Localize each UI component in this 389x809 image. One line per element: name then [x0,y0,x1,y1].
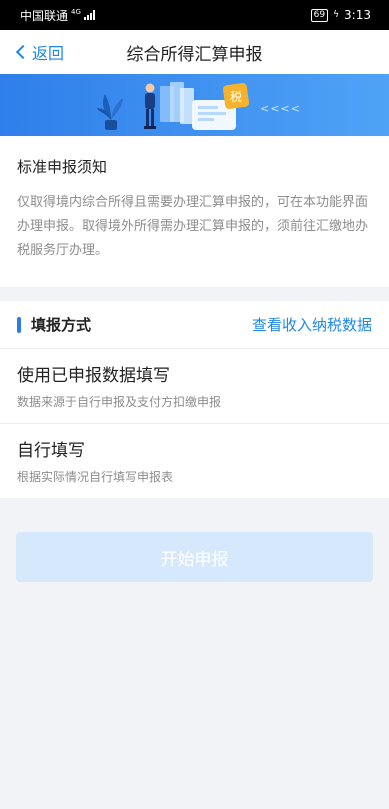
page-title: 综合所得汇算申报 [126,44,263,65]
carrier-name: 中国联通 [20,8,69,23]
nav-bar: 返回 综合所得汇算申报 [0,30,389,74]
start-declaration-button[interactable]: 开始申报 [16,532,373,582]
notice-section: 标准申报须知 仅取得境内综合所得且需要办理汇算申报的，可在本功能界面办理申报。取… [0,136,389,287]
clock: 3:13 [344,8,371,22]
option-use-declared-data[interactable]: 使用已申报数据填写 数据来源于自行申报及支付方扣缴申报 [0,349,389,424]
network-type: 4G [71,8,81,16]
method-section: 填报方式 查看收入纳税数据 使用已申报数据填写 数据来源于自行申报及支付方扣缴申… [0,301,389,498]
notice-title: 标准申报须知 [17,158,108,176]
tax-badge-text: 税 [230,90,242,104]
status-bar: 中国联通 4G 69 ϟ 3:13 [0,0,389,30]
option-self-fill[interactable]: 自行填写 根据实际情况自行填写申报表 [0,424,389,498]
view-income-tax-data-link[interactable]: 查看收入纳税数据 [252,314,372,335]
option-desc: 数据来源于自行申报及支付方扣缴申报 [17,395,222,409]
method-title: 填报方式 [17,314,91,335]
arrows-icon: <<<< [260,102,301,115]
section-marker [17,316,21,333]
method-title-text: 填报方式 [31,316,92,334]
start-button-wrap: 开始申报 [0,498,389,582]
signal-icon [83,10,95,20]
tax-badge-icon: 税 [222,82,250,110]
documents-illustration-icon [160,82,194,124]
person-illustration-icon [144,83,156,129]
banner: 税 <<<< [0,74,389,136]
plant-illustration-icon [97,94,123,130]
notice-body: 仅取得境内综合所得且需要办理汇算申报的，可在本功能界面办理申报。取得境外所得需办… [17,195,369,258]
charging-icon: ϟ [333,10,340,20]
back-button[interactable]: 返回 [14,30,64,74]
battery-icon: 69 [310,8,329,22]
option-desc: 根据实际情况自行填写申报表 [17,470,174,484]
status-left: 中国联通 4G [20,7,95,24]
option-title: 使用已申报数据填写 [17,366,170,386]
status-right: 69 ϟ 3:13 [310,8,371,22]
method-header: 填报方式 查看收入纳税数据 [0,301,389,349]
option-title: 自行填写 [17,441,85,461]
chevron-left-icon [15,44,31,60]
back-label: 返回 [32,44,65,63]
